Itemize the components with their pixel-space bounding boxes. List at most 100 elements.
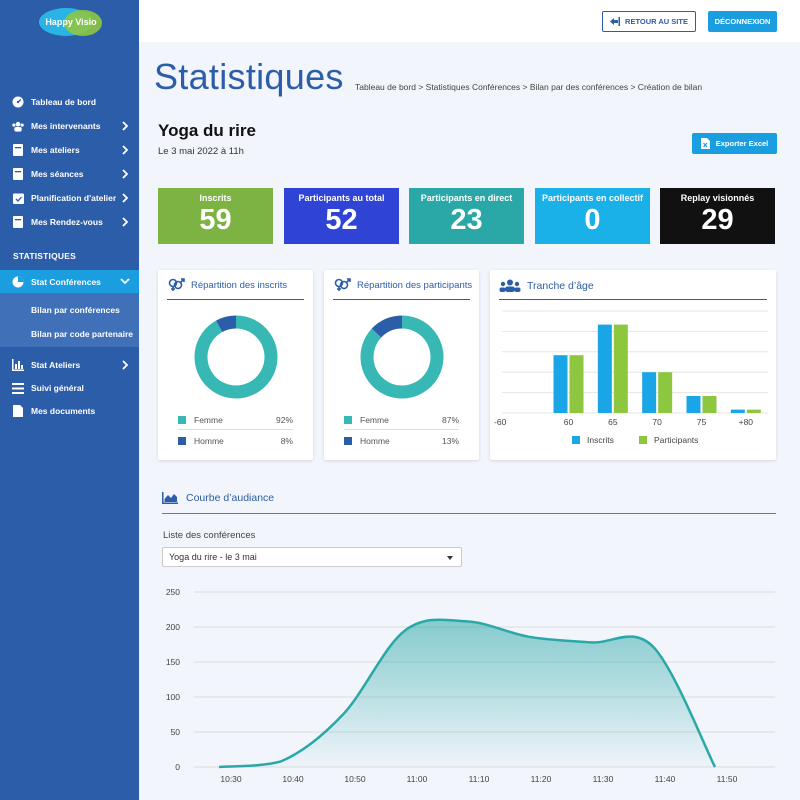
sidebar-item-mes-ateliers[interactable]: Mes ateliers	[0, 139, 139, 161]
sidebar-item-label: Planification d'atelier	[31, 193, 117, 203]
topbar	[139, 0, 800, 42]
stat-card-replay: Replay visionnés 29	[660, 188, 775, 244]
sidebar-item-mes-documents[interactable]: Mes documents	[0, 400, 139, 422]
legend-divider	[344, 429, 459, 430]
sidebar-submenu: Bilan par conférences Bilan par code par…	[0, 293, 139, 347]
sidebar-item-suivi-general[interactable]: Suivi général	[0, 377, 139, 399]
sidebar-item-stat-ateliers[interactable]: Stat Ateliers	[0, 354, 139, 376]
legend-divider	[178, 429, 293, 430]
sidebar-item-label: Mes Rendez-vous	[31, 217, 103, 227]
bar-participants-65	[613, 324, 628, 413]
audience-section-header: Courbe d’audiance	[162, 492, 274, 504]
stat-label: Replay visionnés	[680, 193, 755, 203]
sidebar-item-mes-intervenants[interactable]: Mes intervenants	[0, 115, 139, 137]
donut-slice-femme	[194, 315, 278, 399]
users-icon	[12, 120, 24, 132]
area-x-tick-label: 11:30	[593, 774, 614, 784]
audience-area-chart: 0 50 100 150 200 250 10:30 10:40 10:50 11:00 11:10…	[166, 587, 775, 784]
logout-button[interactable]: DÉCONNEXION	[708, 11, 777, 32]
stat-card-participants-direct: Participants en direct 23	[409, 188, 524, 244]
bar-inscrits-75	[686, 396, 701, 413]
stat-value: 23	[450, 204, 483, 236]
legend-label: Femme	[194, 415, 223, 425]
chevron-right-icon	[122, 193, 129, 203]
conference-select[interactable]: Yoga du rire - le 3 mai	[162, 547, 462, 567]
export-excel-button[interactable]: Exporter Excel	[692, 133, 777, 154]
sidebar-item-stat-conferences[interactable]: Stat Conférences	[0, 270, 139, 293]
happy-visio-logo[interactable]: Happy Visio	[38, 6, 104, 38]
bar-legend-swatch	[639, 436, 647, 444]
area-y-tick-label: 150	[166, 657, 180, 667]
bar-participants-75	[702, 396, 717, 413]
area-x-tick-label: 11:50	[717, 774, 738, 784]
panel-divider	[167, 299, 304, 300]
conference-list-label: Liste des conférences	[163, 530, 256, 541]
stat-value: 59	[199, 204, 232, 236]
area-chart-icon	[162, 492, 178, 504]
panel-repartition-inscrits: Répartition des inscrits Femme 92% Homme…	[158, 270, 313, 460]
donut-slice-homme	[216, 315, 237, 333]
sidebar-item-label: Mes documents	[31, 406, 96, 416]
bar-legend-label: Inscrits	[587, 435, 614, 445]
dashboard-icon	[12, 96, 24, 108]
sidebar-item-label: Tableau de bord	[31, 97, 97, 107]
panel-header: Tranche d’âge	[499, 279, 594, 292]
stat-card-participants-collectif: Participants en collectif 0	[535, 188, 650, 244]
sidebar-item-mes-seances[interactable]: Mes séances	[0, 163, 139, 185]
bar-tick-label: -60	[494, 417, 507, 427]
conference-date: Le 3 mai 2022 à 11h	[158, 146, 244, 157]
area-fill	[219, 619, 715, 767]
chevron-down-icon	[120, 278, 130, 285]
bar-participants-60	[569, 355, 584, 413]
area-y-tick-label: 100	[166, 692, 180, 702]
caret-down-icon	[447, 556, 453, 560]
bar-inscrits-+80	[730, 409, 745, 413]
back-to-site-button[interactable]: RETOUR AU SITE	[602, 11, 696, 32]
sidebar-subitem-bilan-conferences[interactable]: Bilan par conférences	[31, 305, 120, 315]
panel-header: Répartition des inscrits	[167, 278, 287, 292]
bar-tick-label: 75	[697, 417, 707, 427]
legend-swatch	[178, 416, 186, 424]
panel-repartition-participants: Répartition des participants Femme 87% H…	[324, 270, 479, 460]
sidebar: Happy Visio Tableau de bord Mes interven…	[0, 0, 139, 800]
bar-legend-swatch	[572, 436, 580, 444]
book-icon	[12, 168, 24, 180]
bar-participants-+80	[746, 409, 761, 413]
legend-swatch	[178, 437, 186, 445]
gender-icon	[168, 278, 185, 291]
area-y-tick-label: 0	[175, 762, 180, 772]
sidebar-subitem-bilan-code-partenaire[interactable]: Bilan par code partenaire	[31, 329, 133, 339]
legend-percent: 87%	[441, 415, 459, 425]
sign-out-icon	[610, 17, 621, 26]
book-icon	[12, 144, 24, 156]
bar-inscrits-60	[553, 355, 568, 413]
bar-participants-70	[658, 372, 673, 413]
area-x-tick-label: 11:10	[469, 774, 490, 784]
age-bar-chart: -60 60 65 70 75 +80 Inscrits Participants	[494, 310, 768, 445]
panel-header: Répartition des participants	[333, 278, 472, 292]
stat-label: Inscrits	[199, 193, 232, 203]
panel-divider	[499, 299, 767, 300]
list-icon	[12, 382, 24, 394]
sidebar-item-label: Stat Ateliers	[31, 360, 81, 370]
area-x-tick-label: 11:40	[655, 774, 676, 784]
sidebar-item-mes-rendez-vous[interactable]: Mes Rendez-vous	[0, 211, 139, 233]
export-excel-label: Exporter Excel	[715, 139, 769, 148]
legend-item-femme: Femme 92%	[178, 415, 293, 425]
panel-title: Tranche d’âge	[527, 279, 594, 292]
chevron-right-icon	[122, 169, 129, 179]
legend-percent: 8%	[280, 436, 293, 446]
legend-swatch	[344, 437, 352, 445]
sidebar-item-planification-atelier[interactable]: Planification d'atelier	[0, 187, 139, 209]
sidebar-item-tableau-de-bord[interactable]: Tableau de bord	[0, 91, 139, 113]
conference-title: Yoga du rire	[158, 121, 256, 140]
legend-item-homme: Homme 13%	[344, 436, 459, 446]
area-x-tick-label: 11:20	[531, 774, 552, 784]
sidebar-item-label: Mes séances	[31, 169, 84, 179]
legend-label: Homme	[194, 436, 224, 446]
sidebar-section-statistiques: STATISTIQUES	[13, 251, 77, 261]
panel-title: Répartition des participants	[357, 279, 473, 291]
conference-select-value: Yoga du rire - le 3 mai	[169, 552, 257, 562]
legend-swatch	[344, 416, 352, 424]
chevron-right-icon	[122, 217, 129, 227]
